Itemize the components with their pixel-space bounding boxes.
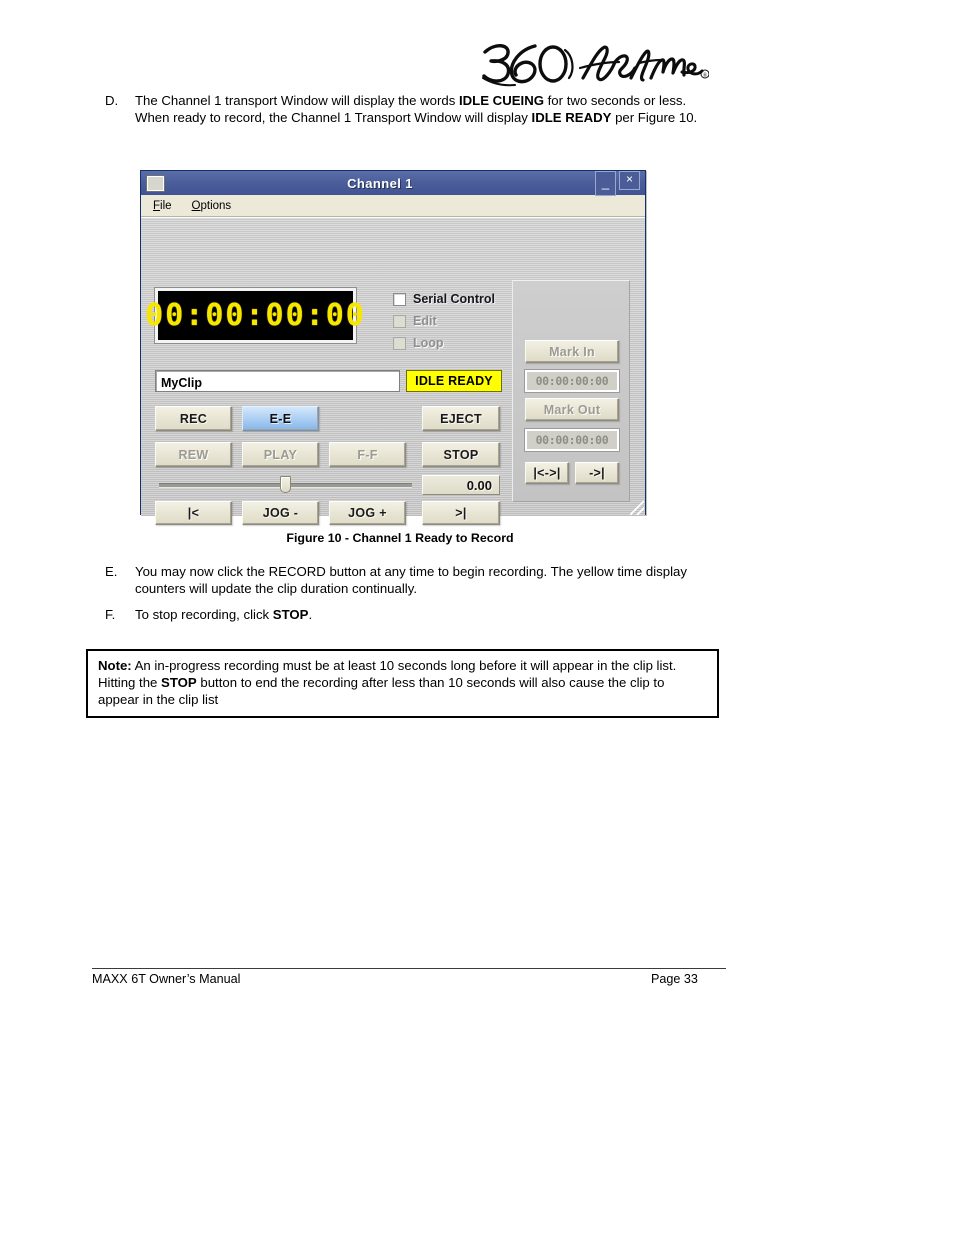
paragraph-f-part2: . <box>308 607 313 622</box>
company-logo: ® <box>479 38 709 90</box>
menu-options-rest: ptions <box>200 199 232 212</box>
jog-value-field[interactable]: 0.00 <box>422 475 500 495</box>
goto-out-button[interactable]: ->| <box>575 462 619 484</box>
main-timecode-display: 00:00:00:00 <box>145 288 364 343</box>
main-timecode-value: 00:00:00:00 <box>145 298 366 333</box>
menu-bar[interactable]: File Options <box>141 195 645 217</box>
footer-manual-title: MAXX 6T Owner’s Manual <box>92 972 241 986</box>
status-badge: IDLE READY <box>406 370 502 392</box>
minimize-button[interactable]: _ <box>595 170 616 196</box>
checkbox-row-loop: Loop <box>393 332 511 354</box>
goto-start-button[interactable]: |< <box>155 501 232 525</box>
paragraph-d-part3: per Figure 10. <box>611 109 698 125</box>
paragraph-d-bold1: IDLE CUEING <box>458 93 544 108</box>
window-body: 00:00:00:00 Serial Control Edit Loop 00:… <box>141 217 645 525</box>
resize-grip-icon[interactable] <box>630 501 644 515</box>
menu-file-mnemonic: F <box>153 199 161 212</box>
paragraph-d-text: The Channel 1 transport Window will disp… <box>135 93 705 127</box>
window-title: Channel 1 <box>347 175 413 191</box>
checkbox-row-serial-control[interactable]: Serial Control <box>393 288 511 310</box>
window-system-icon[interactable] <box>146 174 165 192</box>
paragraph-f-text: To stop recording, click STOP. <box>135 607 705 624</box>
logo-360-systems-script: ® <box>482 44 709 87</box>
ff-button[interactable]: F-F <box>329 442 406 467</box>
menu-item-options[interactable]: Options <box>192 200 232 212</box>
paragraph-d-label: D. <box>105 93 119 108</box>
paragraph-f-part1: To stop recording, click <box>135 607 273 622</box>
rew-button[interactable]: REW <box>155 442 232 467</box>
mode-checkbox-group: Serial Control Edit Loop <box>393 288 511 354</box>
ee-button[interactable]: E-E <box>242 406 319 431</box>
paragraph-d-bold2: IDLE READY <box>531 109 612 125</box>
eject-button[interactable]: EJECT <box>422 406 500 431</box>
window-controls: _ × <box>595 170 640 196</box>
paragraph-f-bold: STOP <box>272 607 309 622</box>
note-bold-stop: STOP <box>161 675 197 690</box>
channel-1-transport-window[interactable]: Channel 1 _ × File Options 00:00:00:00 S… <box>140 170 646 525</box>
mark-out-button[interactable]: Mark Out <box>525 398 619 421</box>
stop-button[interactable]: STOP <box>422 442 500 467</box>
mark-out-value: 00:00:00:00 <box>525 429 619 451</box>
figure-caption: Figure 10 - Channel 1 Ready to Record <box>286 531 514 545</box>
paragraph-e-label: E. <box>105 564 118 579</box>
footer-divider <box>92 968 726 969</box>
clip-name-input[interactable] <box>155 370 400 392</box>
mark-in-button[interactable]: Mark In <box>525 340 619 363</box>
loop-label: Loop <box>413 336 444 350</box>
menu-item-file[interactable]: File <box>153 200 172 212</box>
mark-in-value: 00:00:00:00 <box>525 370 619 392</box>
goto-in-out-button[interactable]: |<->| <box>525 462 569 484</box>
jog-plus-button[interactable]: JOG + <box>329 501 406 525</box>
goto-end-button[interactable]: >| <box>422 501 500 525</box>
paragraph-e-text: You may now click the RECORD button at a… <box>135 564 687 596</box>
serial-control-label: Serial Control <box>413 292 495 306</box>
play-button[interactable]: PLAY <box>242 442 319 467</box>
registered-trademark: ® <box>703 72 708 79</box>
note-label: Note: <box>98 658 132 673</box>
edit-label: Edit <box>413 314 437 328</box>
paragraph-d: D. The Channel 1 transport Window will d… <box>105 93 705 127</box>
note-box: Note: An in-progress recording must be a… <box>86 649 719 718</box>
paragraph-e: E. You may now click the RECORD button a… <box>105 564 705 598</box>
footer-page-number: Page 33 <box>651 972 698 986</box>
close-button[interactable]: × <box>619 170 640 190</box>
edit-checkbox <box>393 314 406 328</box>
paragraph-d-part1: The Channel 1 transport Window will disp… <box>135 93 459 108</box>
menu-options-mnemonic: O <box>191 199 201 212</box>
loop-checkbox <box>393 336 406 350</box>
paragraph-f-label: F. <box>105 607 116 622</box>
window-titlebar[interactable]: Channel 1 _ × <box>141 170 645 196</box>
rec-button[interactable]: REC <box>155 406 232 431</box>
paragraph-f: F. To stop recording, click STOP. <box>105 607 705 624</box>
jog-minus-button[interactable]: JOG - <box>242 501 319 525</box>
serial-control-checkbox[interactable] <box>393 292 406 306</box>
checkbox-row-edit: Edit <box>393 310 511 332</box>
jog-slider-thumb[interactable] <box>280 476 291 493</box>
menu-file-rest: ile <box>160 199 172 212</box>
